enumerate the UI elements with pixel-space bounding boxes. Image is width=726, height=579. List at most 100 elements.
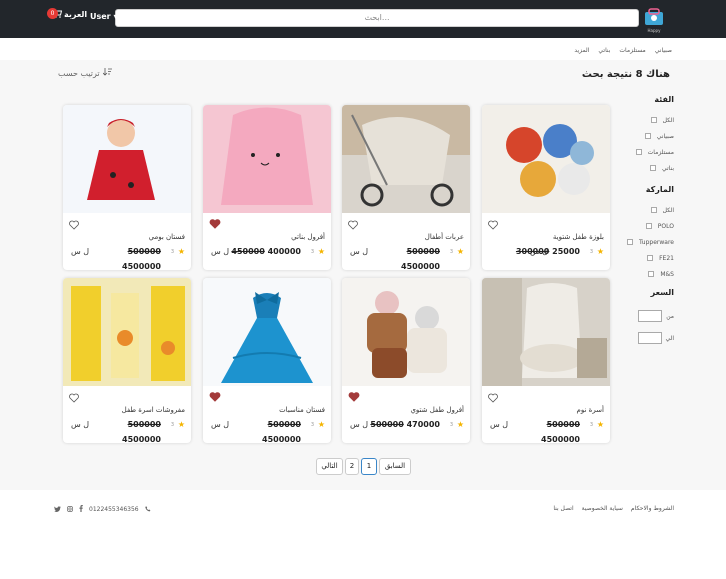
product-name[interactable]: فستان مناسبات — [279, 406, 325, 414]
user-menu[interactable]: User ▾ — [90, 12, 117, 21]
terms-link[interactable]: الشروط والاحكام — [631, 505, 674, 512]
cart-label: العربة — [64, 10, 88, 19]
brand-filter-polo[interactable]: POLO — [612, 218, 674, 234]
product-image[interactable] — [63, 278, 191, 386]
checkbox[interactable] — [644, 133, 651, 139]
favorite-heart-icon[interactable] — [348, 388, 360, 402]
favorite-heart-icon[interactable] — [488, 388, 498, 403]
filter-label: FE21 — [659, 254, 674, 262]
product-image[interactable] — [203, 278, 331, 386]
checkbox[interactable] — [650, 117, 657, 123]
product-name[interactable]: بلوزة طفل شتوية — [553, 233, 604, 241]
category-nav: صبياني مستلزمات بناتي المزيد — [574, 47, 672, 54]
product-card[interactable]: فستان بومي ★ 3 500000 4500000 ل س — [63, 105, 191, 270]
product-rating: 3 — [449, 422, 453, 428]
brand-filter-ms[interactable]: M&S — [612, 266, 674, 282]
logo-text: Happy — [647, 28, 661, 33]
product-new-price: 4500000 — [401, 262, 440, 270]
brand-filter-fe21[interactable]: FE21 — [612, 250, 674, 266]
star-icon: ★ — [596, 247, 604, 256]
product-image[interactable] — [63, 105, 191, 213]
checkbox[interactable] — [650, 165, 657, 171]
product-name[interactable]: أفرول بناتي — [291, 233, 325, 241]
phone-number[interactable]: 0122455346356 — [89, 506, 139, 513]
favorite-heart-icon[interactable] — [69, 215, 79, 230]
product-new-price: 4500000 — [122, 262, 161, 270]
old-price: 500000 — [406, 247, 440, 256]
twitter-icon[interactable] — [54, 505, 61, 514]
page-2-button[interactable]: 2 — [345, 458, 359, 475]
new-price: 470000 — [406, 420, 440, 429]
category-filter-boys[interactable]: صبياني — [612, 128, 674, 144]
product-card[interactable]: مفروشات اسرة طفل ★ 3 500000 4500000 ل س — [63, 278, 191, 443]
brand-filter-tupperware[interactable]: Tupperware — [612, 234, 674, 250]
old-price: 500000 — [370, 420, 404, 429]
product-name[interactable]: أفرول طفل شتوي — [410, 406, 464, 414]
product-card[interactable]: عربات أطفال ★ 3 500000 4500000 ل س — [342, 105, 470, 270]
product-image[interactable] — [342, 278, 470, 386]
contact-link[interactable]: اتصل بنا — [553, 505, 573, 512]
product-name[interactable]: عربات أطفال — [425, 233, 464, 241]
product-card[interactable]: بلوزة طفل شتوية ★ 3 300000 25000 ل س — [482, 105, 610, 270]
product-card[interactable]: أسرة نوم ★ 3 500000 4500000 ل س — [482, 278, 610, 443]
category-filter-all[interactable]: الكل — [612, 112, 674, 128]
site-logo[interactable]: Happy — [642, 6, 666, 33]
phone-icon — [144, 505, 151, 514]
product-rating: 3 — [170, 249, 174, 255]
favorite-heart-icon[interactable] — [209, 388, 221, 402]
page-1-button[interactable]: 1 — [361, 458, 377, 475]
nav-item-boys[interactable]: صبياني — [655, 47, 672, 54]
checkbox[interactable] — [635, 149, 642, 155]
nav-item-more[interactable]: المزيد — [574, 47, 589, 54]
category-filter-girls[interactable]: بناتي — [612, 160, 674, 176]
checkbox[interactable] — [645, 223, 652, 229]
product-image[interactable] — [203, 105, 331, 213]
product-rating: 3 — [589, 422, 593, 428]
old-price: 500000 — [546, 420, 580, 429]
product-card[interactable]: أفرول طفل شتوي ★ 3 500000 470000 ل س — [342, 278, 470, 443]
results-title: هناك 8 نتيجة بحث — [581, 69, 670, 80]
category-filter-supplies[interactable]: مستلزمات — [612, 144, 674, 160]
price-from-input[interactable] — [638, 310, 663, 322]
product-name[interactable]: أسرة نوم — [577, 406, 604, 414]
star-icon: ★ — [596, 420, 604, 429]
privacy-link[interactable]: سياية الخصوصية — [582, 505, 623, 512]
brand-filter-all[interactable]: الكل — [612, 202, 674, 218]
sort-button[interactable]: ترتيب حسب — [58, 68, 112, 78]
checkbox[interactable] — [647, 255, 654, 261]
currency-label: ل س — [71, 420, 90, 429]
price-to-input[interactable] — [637, 332, 662, 344]
product-image[interactable] — [342, 105, 470, 213]
product-image[interactable] — [482, 278, 610, 386]
product-card[interactable]: أفرول بناتي ★ 3 450000 400000 ل س — [203, 105, 331, 270]
product-old-price: 500000 — [268, 420, 301, 429]
product-name[interactable]: مفروشات اسرة طفل — [122, 406, 185, 414]
star-icon: ★ — [177, 247, 185, 256]
favorite-heart-icon[interactable] — [69, 388, 79, 403]
product-name[interactable]: فستان بومي — [149, 233, 185, 241]
star-icon: ★ — [317, 247, 325, 256]
footer-links: الشروط والاحكام سياية الخصوصية اتصل بنا — [553, 505, 674, 512]
facebook-icon[interactable] — [79, 505, 83, 514]
nav-item-supplies[interactable]: مستلزمات — [619, 47, 645, 54]
favorite-heart-icon[interactable] — [209, 215, 221, 229]
old-price: 500000 — [127, 247, 161, 256]
product-old-price: 500000 — [547, 420, 580, 429]
product-old-price: 500000 — [407, 247, 440, 256]
new-price: 400000 — [267, 247, 301, 256]
instagram-icon[interactable] — [67, 505, 73, 514]
product-image[interactable] — [482, 105, 610, 213]
prev-page-button[interactable]: السابق — [379, 458, 411, 475]
filter-label: POLO — [657, 222, 674, 230]
favorite-heart-icon[interactable] — [488, 215, 498, 230]
checkbox[interactable] — [648, 271, 655, 277]
favorite-heart-icon[interactable] — [348, 215, 358, 230]
search-input[interactable]: ابحث... — [115, 9, 639, 27]
nav-item-girls[interactable]: بناتي — [598, 47, 610, 54]
price-to-label: الي — [665, 334, 675, 342]
checkbox[interactable] — [627, 239, 634, 245]
star-icon: ★ — [317, 420, 325, 429]
next-page-button[interactable]: التالي — [316, 458, 343, 475]
checkbox[interactable] — [650, 207, 657, 213]
product-card[interactable]: فستان مناسبات ★ 3 500000 4500000 ل س — [203, 278, 331, 443]
